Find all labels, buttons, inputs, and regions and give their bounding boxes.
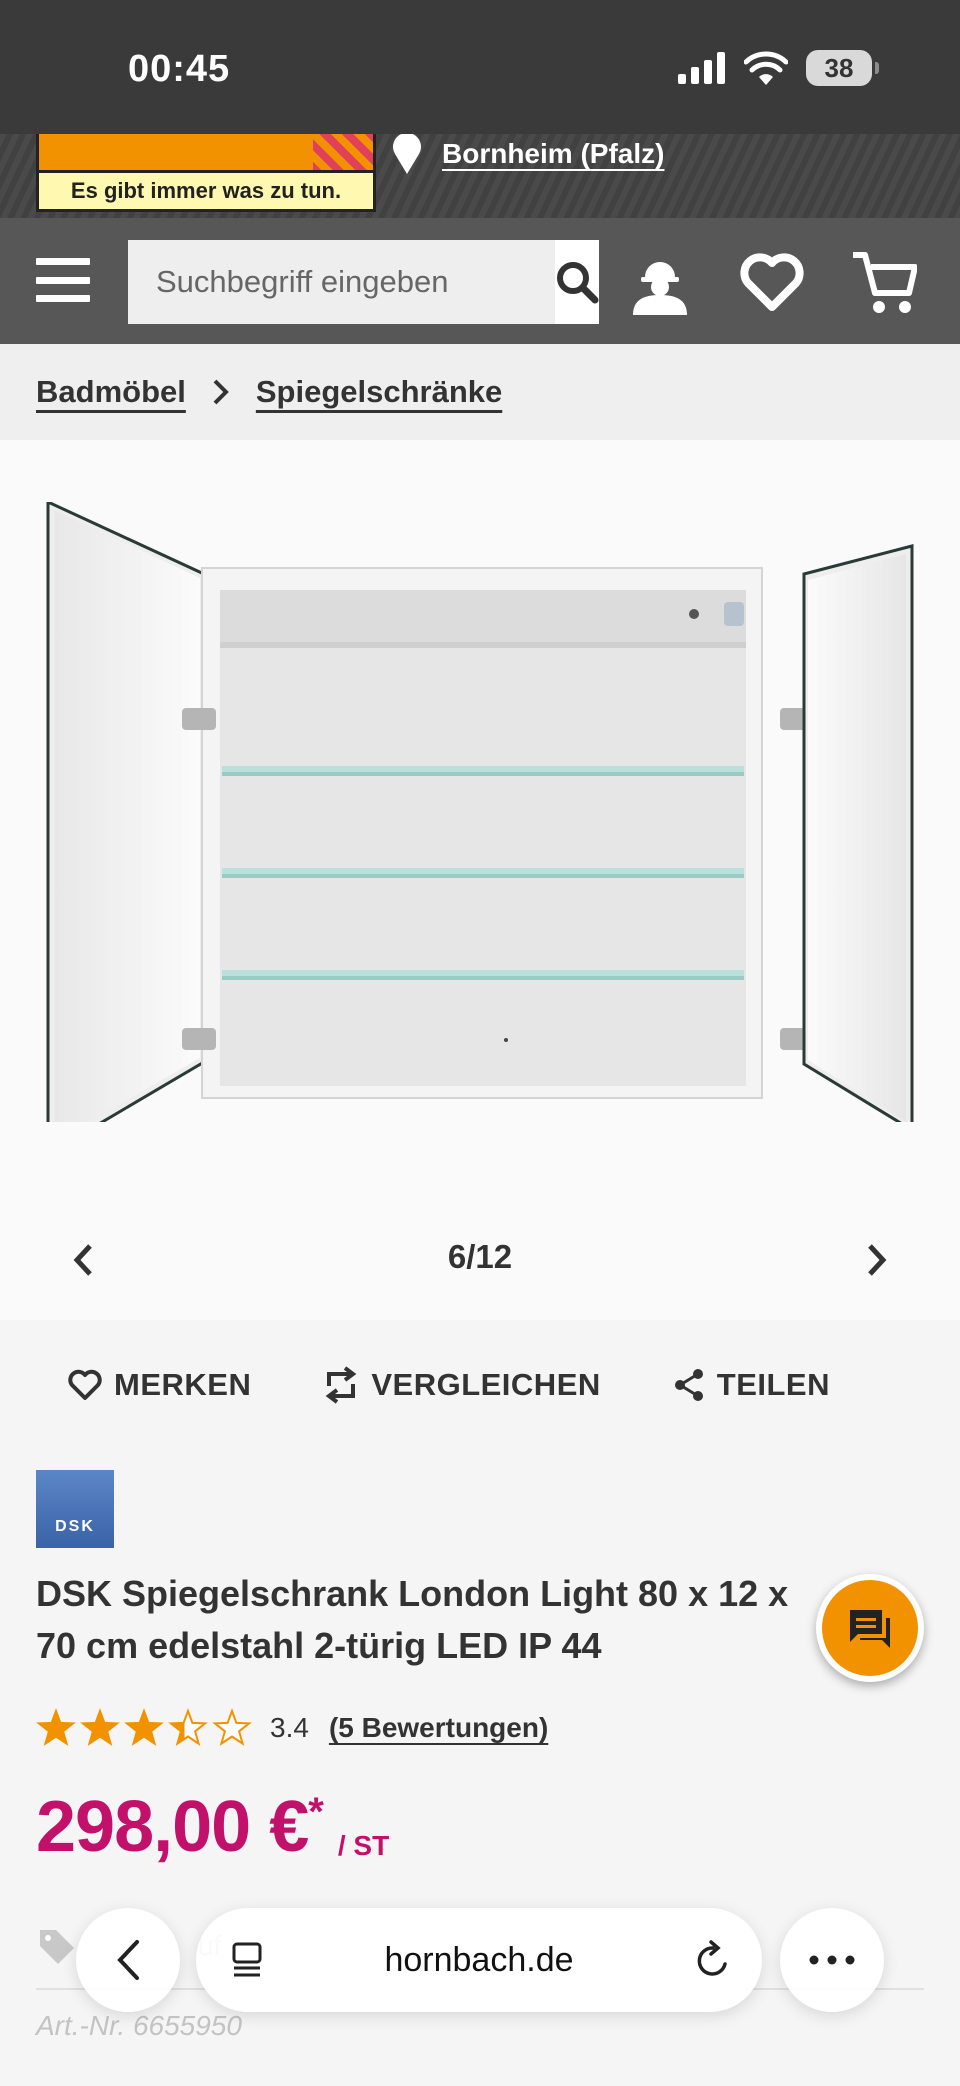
rating-value: 3.4	[270, 1712, 309, 1743]
product-price: 298,00 € * / ST	[36, 1786, 389, 1868]
wifi-icon	[744, 51, 788, 85]
price-footnote-star: *	[308, 1790, 324, 1834]
logo-brand-mark	[36, 134, 376, 170]
heart-icon	[740, 253, 804, 311]
search-box	[128, 240, 599, 324]
location-pin-icon	[393, 134, 421, 174]
store-header: Es gibt immer was zu tun. Bornheim (Pfal…	[0, 134, 960, 218]
share-icon	[674, 1369, 703, 1401]
breadcrumb-item-badmoebel[interactable]: Badmöbel	[36, 374, 186, 410]
save-label: MERKEN	[114, 1367, 252, 1402]
menu-icon[interactable]	[36, 258, 90, 302]
price-value: 298,00 €	[36, 1787, 309, 1867]
brand-name: DSK	[55, 1518, 95, 1535]
nav-bar	[0, 218, 960, 344]
battery-indicator: 38	[806, 50, 879, 86]
chat-icon	[850, 1610, 890, 1648]
breadcrumb: Badmöbel Spiegelschränke	[0, 344, 960, 440]
chevron-left-icon	[117, 1940, 139, 1980]
chevron-right-icon	[868, 1244, 887, 1276]
rating-stars	[36, 1708, 252, 1746]
browser-toolbar: hornbach.de	[0, 1896, 960, 2026]
search-input[interactable]	[128, 240, 555, 324]
share-label: TEILEN	[716, 1367, 830, 1402]
product-image[interactable]	[44, 502, 916, 1122]
rating-star	[80, 1708, 120, 1746]
compare-icon	[326, 1366, 357, 1404]
logo-tagline: Es gibt immer was zu tun.	[36, 170, 376, 212]
rating-star	[168, 1708, 208, 1746]
rating-star	[36, 1708, 76, 1746]
browser-back-button[interactable]	[76, 1908, 180, 2012]
compare-label: VERGLEICHEN	[371, 1367, 601, 1402]
save-button[interactable]: MERKEN	[68, 1367, 251, 1403]
search-icon	[557, 262, 599, 304]
hornbach-logo[interactable]: Es gibt immer was zu tun.	[36, 134, 376, 216]
reload-icon[interactable]	[694, 1940, 732, 1980]
status-bar: 00:45 38	[0, 0, 960, 134]
product-rating: 3.4 (5 Bewertungen)	[36, 1708, 548, 1748]
product-gallery[interactable]	[0, 440, 960, 1320]
search-button[interactable]	[555, 240, 599, 324]
brand-logo[interactable]: DSK	[36, 1470, 114, 1548]
heart-icon	[68, 1369, 102, 1400]
rating-star	[212, 1708, 252, 1746]
store-location-name: Bornheim (Pfalz)	[442, 138, 665, 169]
product-title: DSK Spiegelschrank London Light 80 x 12 …	[36, 1573, 789, 1666]
more-dots-icon	[809, 1955, 855, 1965]
worker-account-icon	[633, 262, 687, 315]
share-button[interactable]: TEILEN	[673, 1367, 830, 1403]
breadcrumb-item-spiegelschraenke[interactable]: Spiegelschränke	[256, 374, 502, 410]
gallery-counter: 6/12	[447, 1238, 513, 1275]
signal-icon	[678, 52, 725, 84]
status-time: 00:45	[128, 48, 231, 90]
rating-star	[124, 1708, 164, 1746]
gallery-next-button[interactable]	[852, 1232, 902, 1288]
compare-button[interactable]: VERGLEICHEN	[323, 1366, 600, 1404]
browser-address-bar[interactable]: hornbach.de	[196, 1908, 762, 2012]
price-unit: / ST	[337, 1830, 390, 1861]
cart-button[interactable]	[846, 244, 922, 320]
wishlist-button[interactable]	[734, 244, 810, 320]
store-location[interactable]: Bornheim (Pfalz)	[392, 134, 664, 174]
browser-more-button[interactable]	[780, 1908, 884, 2012]
status-icons: 38	[678, 50, 879, 86]
cart-icon	[853, 252, 917, 313]
chevron-right-icon	[213, 379, 229, 405]
account-button[interactable]	[622, 244, 698, 320]
reviews-link[interactable]: (5 Bewertungen)	[329, 1712, 548, 1744]
gallery-navigation: 6/12	[0, 1232, 960, 1288]
chat-button[interactable]	[816, 1574, 924, 1682]
product-actions: MERKEN VERGLEICHEN TEILEN	[68, 1366, 830, 1404]
browser-url: hornbach.de	[384, 1940, 574, 1979]
